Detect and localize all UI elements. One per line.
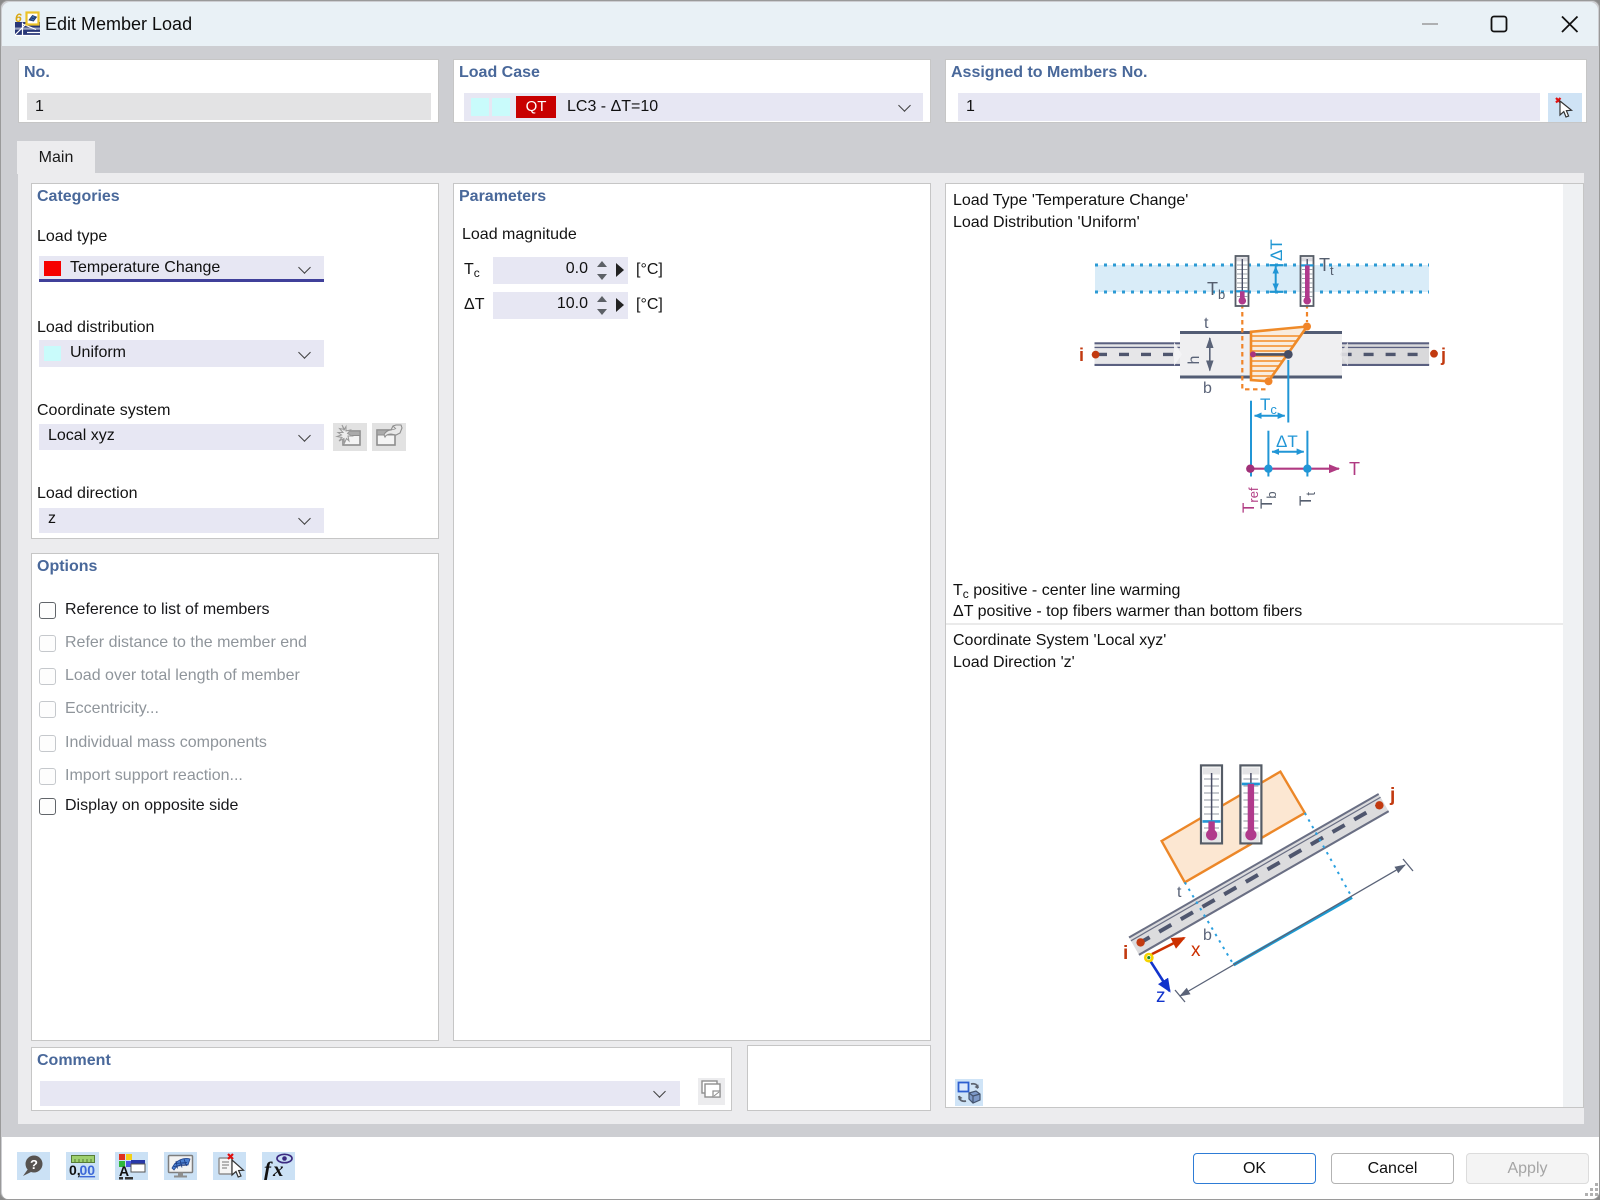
svg-text:Load Type 'Temperature Change': Load Type 'Temperature Change'	[953, 192, 1188, 209]
svg-text:Coordinate System 'Local xyz': Coordinate System 'Local xyz'	[953, 632, 1166, 649]
svg-text:Tc positive - center line warm: Tc positive - center line warming	[953, 582, 1180, 601]
svg-text:x: x	[1191, 940, 1201, 961]
svg-text:ΔT: ΔT	[1276, 432, 1298, 451]
svg-text:i: i	[1079, 345, 1084, 365]
svg-text:i: i	[1123, 943, 1128, 964]
svg-text:Tt: Tt	[1296, 492, 1318, 506]
svg-text:z: z	[1156, 986, 1166, 1007]
svg-text:A: A	[119, 1163, 129, 1179]
svg-text:00: 00	[80, 1162, 96, 1178]
svg-text:Tc: Tc	[1260, 395, 1277, 417]
svg-text:f: f	[264, 1157, 273, 1180]
svg-text:b: b	[1203, 927, 1212, 944]
svg-text:Load Direction 'z': Load Direction 'z'	[953, 654, 1075, 671]
svg-text:j: j	[1389, 785, 1395, 806]
svg-text:Tt: Tt	[1319, 255, 1334, 278]
svg-text:h: h	[1186, 356, 1203, 365]
svg-text:Load Distribution 'Uniform': Load Distribution 'Uniform'	[953, 214, 1140, 231]
svg-text:b: b	[1203, 380, 1212, 397]
svg-text:t: t	[1204, 315, 1209, 332]
svg-text:ΔT: ΔT	[1267, 239, 1286, 261]
svg-text:T: T	[1349, 459, 1360, 479]
svg-text:t: t	[1177, 884, 1182, 901]
svg-text:j: j	[1440, 345, 1446, 365]
svg-text:?: ?	[30, 1157, 38, 1172]
svg-text:ΔT positive - top fibers warme: ΔT positive - top fibers warmer than bot…	[953, 603, 1302, 620]
